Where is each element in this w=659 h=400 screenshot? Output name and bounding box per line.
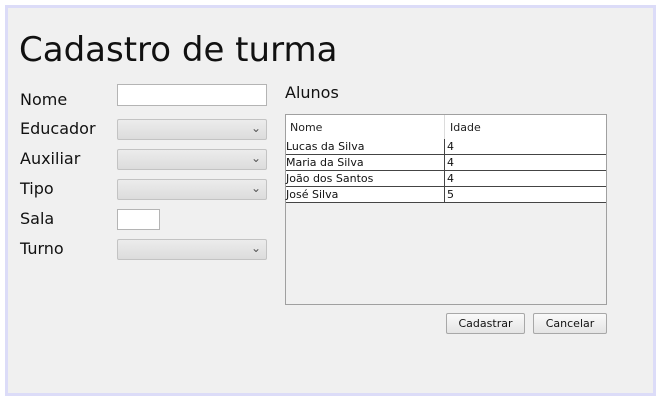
cell-idade: 4 [447,156,454,169]
chevron-down-icon: ⌄ [250,241,261,255]
page-title: Cadastro de turma [19,30,338,70]
turno-select[interactable]: ⌄ [117,239,267,260]
column-header-idade[interactable]: Idade [450,121,481,134]
nome-input[interactable] [117,84,267,106]
tipo-label: Tipo [20,179,54,198]
sala-input[interactable] [117,209,160,230]
cell-nome: Lucas da Silva [286,140,365,153]
table-row[interactable]: Lucas da Silva 4 [286,139,606,155]
chevron-down-icon: ⌄ [250,181,261,195]
auxiliar-select[interactable]: ⌄ [117,149,267,170]
column-divider [444,115,445,139]
cell-idade: 4 [447,140,454,153]
cell-idade: 4 [447,172,454,185]
nome-label: Nome [20,90,68,109]
cell-nome: Maria da Silva [286,156,364,169]
table-row[interactable]: Maria da Silva 4 [286,155,606,171]
table-header: Nome Idade [286,115,606,140]
students-table[interactable]: Nome Idade Lucas da Silva 4 Maria da Sil… [285,114,607,305]
turno-label: Turno [20,239,64,258]
auxiliar-label: Auxiliar [20,149,81,168]
alunos-label: Alunos [285,83,339,102]
educador-label: Educador [20,119,96,138]
sala-label: Sala [20,209,55,228]
table-row[interactable]: José Silva 5 [286,187,606,203]
cell-divider [444,187,445,203]
cancelar-button[interactable]: Cancelar [533,313,607,334]
chevron-down-icon: ⌄ [250,151,261,165]
chevron-down-icon: ⌄ [250,121,261,135]
cell-divider [444,139,445,155]
cell-nome: José Silva [286,188,339,201]
window: Cadastro de turma Nome Educador ⌄ Auxili… [5,5,656,396]
column-header-nome[interactable]: Nome [290,121,322,134]
tipo-select[interactable]: ⌄ [117,179,267,200]
table-row[interactable]: João dos Santos 4 [286,171,606,187]
cell-divider [444,171,445,187]
cell-idade: 5 [447,188,454,201]
cell-divider [444,155,445,171]
cell-nome: João dos Santos [286,172,374,185]
cadastrar-button[interactable]: Cadastrar [446,313,525,334]
educador-select[interactable]: ⌄ [117,119,267,140]
